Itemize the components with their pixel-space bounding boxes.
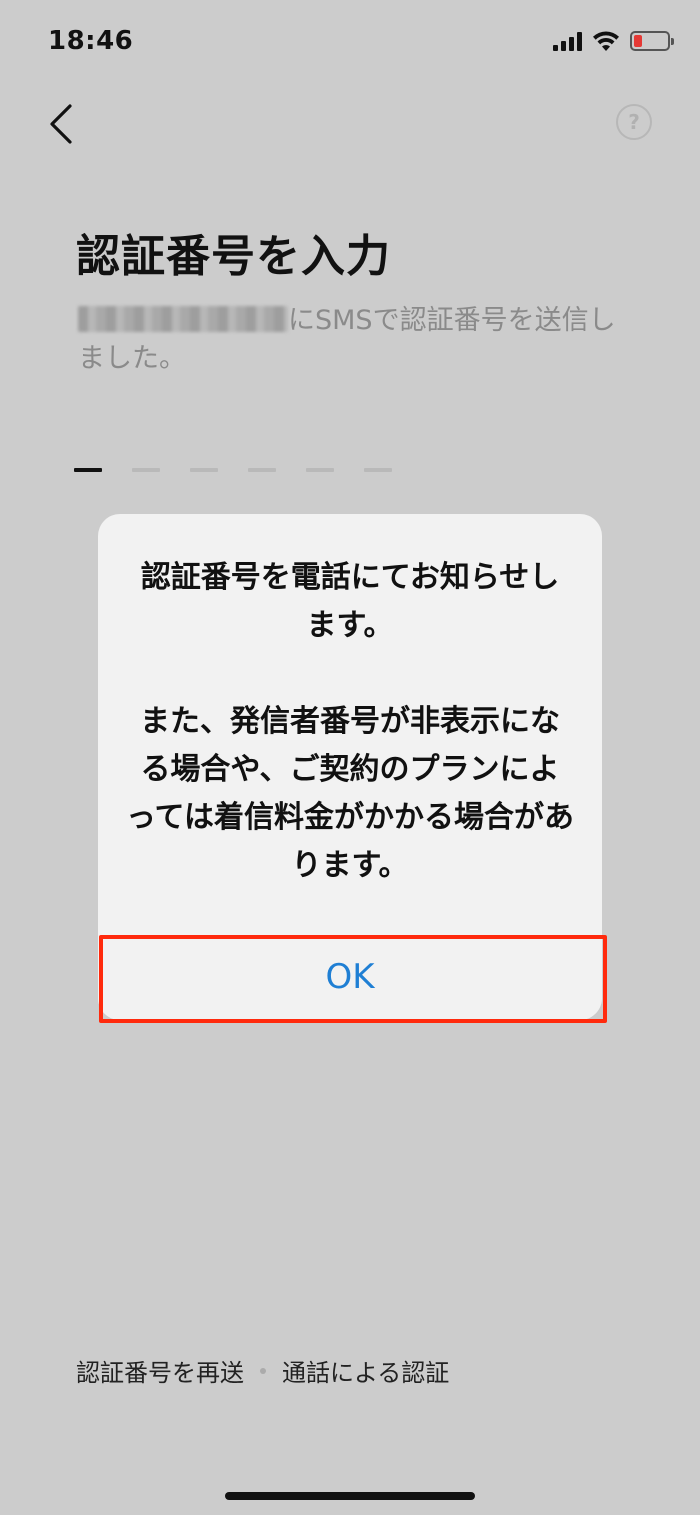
status-time: 18:46 xyxy=(48,26,134,56)
call-verification-link[interactable]: 通話による認証 xyxy=(282,1353,449,1388)
subtitle: にSMSで認証番号を送信しました。 xyxy=(78,302,638,378)
battery-level xyxy=(634,35,642,47)
code-input[interactable] xyxy=(74,468,392,472)
home-indicator[interactable] xyxy=(225,1492,475,1500)
cellular-signal-icon xyxy=(553,31,582,51)
alert-dialog: 認証番号を電話にてお知らせします。 また、発信者番号が非表示になる場合や、ご契約… xyxy=(98,514,602,1020)
code-slot-6 xyxy=(364,468,392,472)
dialog-message-line1: 認証番号を電話にてお知らせします。 xyxy=(140,560,560,643)
page-title: 認証番号を入力 xyxy=(76,231,391,282)
dialog-message: 認証番号を電話にてお知らせします。 また、発信者番号が非表示になる場合や、ご契約… xyxy=(98,514,602,890)
code-slot-2 xyxy=(132,468,160,472)
dialog-message-line2: また、発信者番号が非表示になる場合や、ご契約のプランによっては着信料金がかかる場… xyxy=(126,704,574,883)
footer-links: 認証番号を再送 通話による認証 xyxy=(76,1353,449,1388)
status-icons xyxy=(553,30,674,52)
help-icon[interactable]: ? xyxy=(616,104,652,140)
masked-phone-number xyxy=(78,306,288,332)
code-slot-5 xyxy=(306,468,334,472)
wifi-icon xyxy=(593,31,619,51)
code-slot-4 xyxy=(248,468,276,472)
resend-code-link[interactable]: 認証番号を再送 xyxy=(76,1353,244,1388)
status-bar: 18:46 xyxy=(0,0,700,88)
separator-dot xyxy=(260,1367,266,1374)
code-slot-1 xyxy=(74,468,102,472)
chevron-left-icon[interactable] xyxy=(44,100,84,148)
ok-button[interactable]: OK xyxy=(98,934,602,1020)
code-slot-3 xyxy=(190,468,218,472)
battery-icon xyxy=(630,31,674,51)
